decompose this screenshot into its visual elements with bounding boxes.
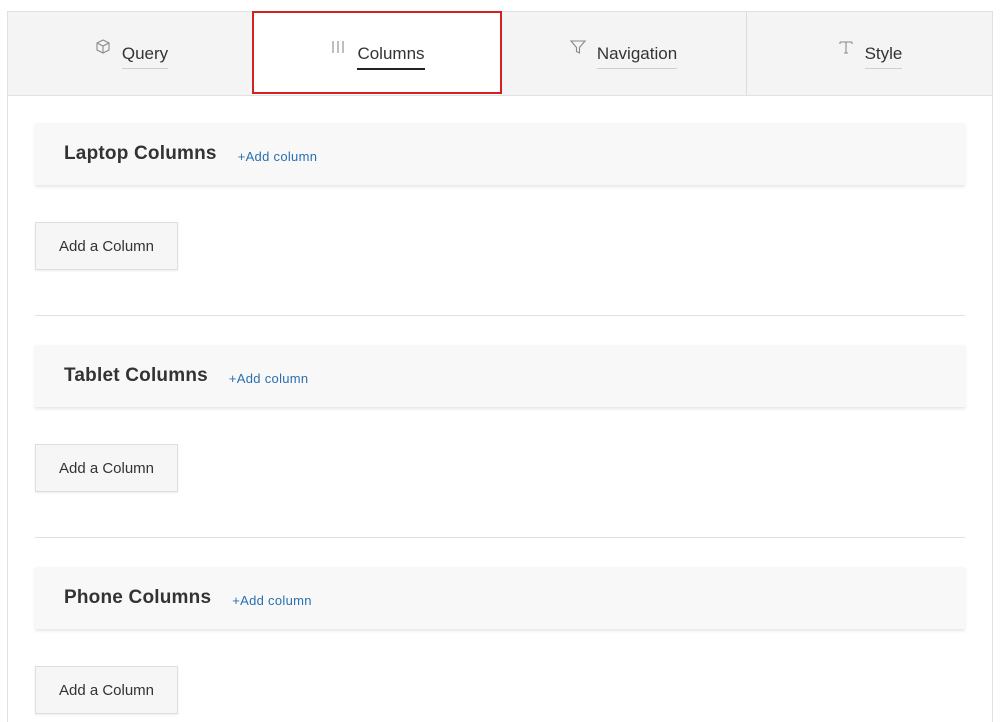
tab-label: Navigation — [596, 44, 678, 69]
add-a-column-button[interactable]: Add a Column — [35, 666, 178, 714]
section-header-laptop: Laptop Columns +Add column — [35, 123, 965, 185]
tab-label: Style — [864, 44, 903, 69]
text-icon — [839, 41, 853, 54]
add-column-link[interactable]: +Add column — [229, 371, 309, 386]
tab-query[interactable]: Query — [8, 12, 254, 95]
tab-label: Columns — [357, 44, 425, 70]
add-column-link[interactable]: +Add column — [232, 593, 312, 608]
cube-icon — [96, 39, 110, 54]
tab-bar: Query Columns Navigation Style — [8, 12, 992, 96]
tab-columns[interactable]: Columns — [254, 12, 500, 95]
tab-style[interactable]: Style — [746, 12, 992, 95]
section-title: Laptop Columns — [64, 143, 217, 164]
add-column-link[interactable]: +Add column — [238, 149, 318, 164]
divider — [35, 537, 965, 538]
section-title: Phone Columns — [64, 587, 212, 608]
filter-icon — [569, 40, 587, 54]
columns-icon — [332, 40, 345, 53]
tab-navigation[interactable]: Navigation — [500, 12, 746, 95]
add-a-column-button[interactable]: Add a Column — [35, 222, 178, 270]
divider — [35, 315, 965, 316]
section-header-phone: Phone Columns +Add column — [35, 567, 965, 629]
section-title: Tablet Columns — [64, 365, 208, 386]
tab-label: Query — [121, 44, 169, 69]
section-header-tablet: Tablet Columns +Add column — [35, 345, 965, 407]
add-a-column-button[interactable]: Add a Column — [35, 444, 178, 492]
